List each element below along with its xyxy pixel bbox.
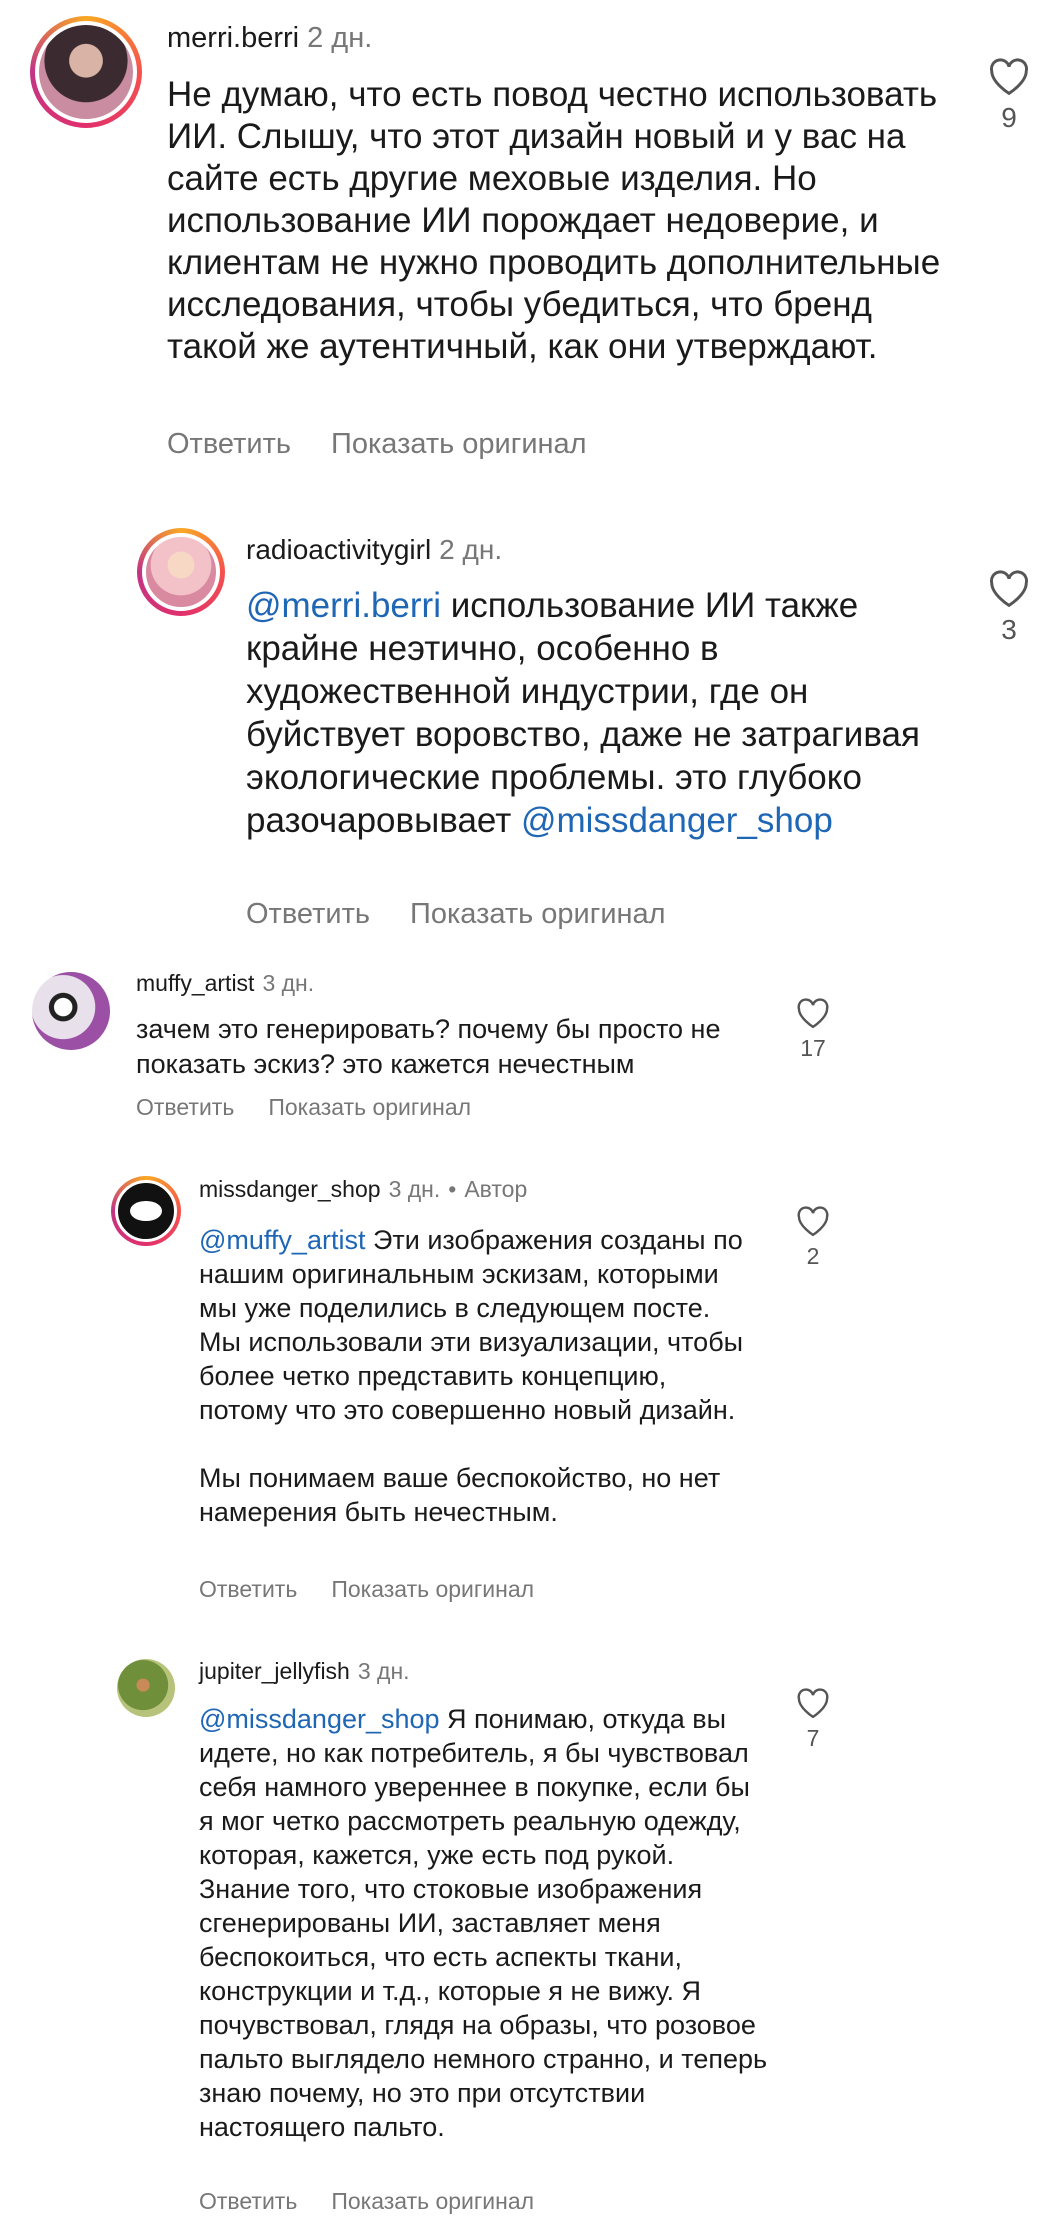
show-original-button[interactable]: Показать оригинал: [331, 428, 587, 460]
comment-actions: Ответить Показать оригинал: [167, 428, 627, 461]
comment-text: @merri.berri использование ИИ также край…: [246, 586, 920, 840]
mention-link[interactable]: @muffy_artist: [199, 1225, 365, 1255]
timestamp: 3 дн.: [357, 1658, 410, 1684]
like-count: 9: [1001, 102, 1017, 133]
like-count: 17: [800, 1035, 826, 1061]
avatar[interactable]: [32, 972, 110, 1050]
separator-dot: •: [448, 1176, 457, 1202]
heart-outline-icon[interactable]: [796, 1206, 830, 1237]
comment-header: radioactivitygirl 2 дн.: [246, 534, 502, 566]
comment-actions: Ответить Показать оригинал: [136, 1094, 511, 1121]
comment-text: @missdanger_shop Я понимаю, откуда вы ид…: [199, 1704, 768, 2142]
comment-text: зачем это генерировать? почему бы просто…: [136, 1014, 721, 1079]
comment-text: Не думаю, что есть повод честно использо…: [167, 75, 941, 366]
avatar[interactable]: [137, 528, 225, 616]
comment-actions: Ответить Показать оригинал: [199, 2188, 574, 2215]
username[interactable]: missdanger_shop: [199, 1176, 381, 1202]
heart-outline-icon[interactable]: [796, 998, 830, 1029]
like-control: 2: [793, 1206, 833, 1270]
comment-header: missdanger_shop 3 дн. • Автор: [199, 1176, 527, 1203]
reply-button[interactable]: Ответить: [136, 1094, 234, 1120]
like-control: 7: [793, 1688, 833, 1752]
username[interactable]: merri.berri: [167, 22, 299, 54]
comment-actions: Ответить Показать оригинал: [199, 1576, 574, 1603]
like-count: 2: [806, 1243, 820, 1269]
mention-link[interactable]: @missdanger_shop: [199, 1704, 440, 1734]
comment-header: merri.berri 2 дн.: [167, 22, 372, 55]
timestamp: 3 дн.: [388, 1176, 441, 1202]
show-original-button[interactable]: Показать оригинал: [331, 1576, 534, 1602]
username[interactable]: muffy_artist: [136, 970, 254, 996]
like-count: 7: [806, 1725, 820, 1751]
mention-link[interactable]: @missdanger_shop: [521, 801, 833, 840]
username[interactable]: radioactivitygirl: [246, 534, 431, 565]
avatar[interactable]: [30, 16, 142, 128]
show-original-button[interactable]: Показать оригинал: [410, 898, 666, 930]
timestamp: 3 дн.: [262, 970, 315, 996]
username[interactable]: jupiter_jellyfish: [199, 1658, 350, 1684]
mention-link[interactable]: @merri.berri: [246, 586, 441, 625]
comment-header: muffy_artist 3 дн.: [136, 970, 314, 997]
show-original-button[interactable]: Показать оригинал: [268, 1094, 471, 1120]
timestamp: 2 дн.: [439, 534, 503, 565]
reply-button[interactable]: Ответить: [199, 2188, 297, 2214]
like-control: 9: [984, 58, 1034, 134]
avatar[interactable]: [111, 1176, 181, 1246]
comment-text: @muffy_artist Эти изображения созданы по…: [199, 1225, 744, 1527]
show-original-button[interactable]: Показать оригинал: [331, 2188, 534, 2214]
comment-header: jupiter_jellyfish 3 дн.: [199, 1658, 410, 1685]
reply-button[interactable]: Ответить: [199, 1576, 297, 1602]
timestamp: 2 дн.: [307, 22, 373, 54]
heart-outline-icon[interactable]: [988, 58, 1030, 96]
like-count: 3: [1001, 614, 1017, 645]
like-control: 3: [984, 570, 1034, 646]
reply-button[interactable]: Ответить: [246, 898, 370, 930]
heart-outline-icon[interactable]: [988, 570, 1030, 608]
avatar[interactable]: [117, 1659, 175, 1717]
heart-outline-icon[interactable]: [796, 1688, 830, 1719]
reply-button[interactable]: Ответить: [167, 428, 291, 460]
comment-actions: Ответить Показать оригинал: [246, 898, 706, 931]
author-badge: Автор: [464, 1176, 528, 1202]
like-control: 17: [793, 998, 833, 1062]
